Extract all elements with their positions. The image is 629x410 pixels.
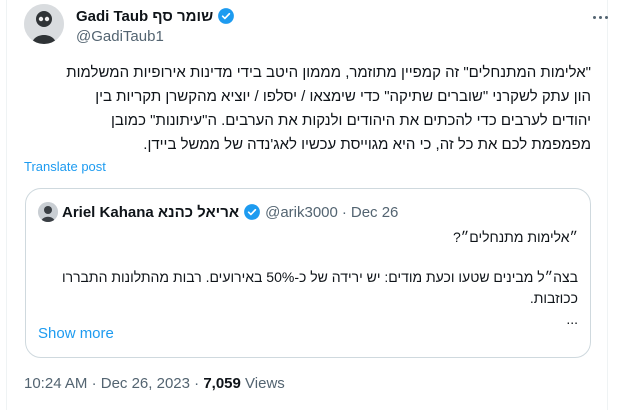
quoted-post-header: Ariel Kahana אריאל כהנא @arik3000 · Dec … <box>38 202 398 222</box>
author-handle[interactable]: @GadiTaub1 <box>76 28 164 45</box>
author-avatar-image <box>24 4 64 44</box>
show-more-link[interactable]: Show more <box>38 325 114 342</box>
more-dot <box>598 15 602 19</box>
quoted-post-date: Dec 26 <box>350 203 399 221</box>
quoted-text-line: ״אלימות מתנחלים״? <box>453 229 578 245</box>
quoted-author-avatar <box>38 202 58 222</box>
quoted-text-line: ככוזבות. <box>529 290 578 306</box>
meta-separator: · <box>194 375 200 392</box>
more-dot <box>604 15 608 19</box>
author-avatar[interactable] <box>24 4 64 44</box>
post-text-line: "אלימות המתנחלים" זה קמפיין מתוזמר, מממו… <box>66 64 591 81</box>
post-date[interactable]: Dec 26, 2023 <box>101 375 190 392</box>
more-dot <box>592 15 596 19</box>
author-name-row[interactable]: Gadi Taub שומר סף <box>76 7 235 25</box>
translate-post-link[interactable]: Translate post <box>24 159 106 174</box>
quoted-post[interactable]: Ariel Kahana אריאל כהנא @arik3000 · Dec … <box>25 188 591 358</box>
verified-badge-icon <box>244 204 260 220</box>
quoted-author-handle: @arik3000 <box>265 203 338 221</box>
author-name[interactable]: Gadi Taub שומר סף <box>76 8 213 25</box>
quoted-author-name: Ariel Kahana אריאל כהנא <box>62 203 240 221</box>
views-count[interactable]: 7,059 <box>203 375 241 392</box>
quoted-avatar-image <box>38 202 58 222</box>
quoted-text-line: ... <box>566 311 578 327</box>
post-time[interactable]: 10:24 AM <box>24 375 87 392</box>
quoted-text-spacer <box>38 248 578 267</box>
post-meta-row: 10:24 AM · Dec 26, 2023 · 7,059 Views <box>24 375 285 392</box>
meta-separator: · <box>91 375 97 392</box>
more-options-icon[interactable] <box>589 8 611 26</box>
quoted-meta-separator: · <box>341 203 347 221</box>
post-text-line: מפמפמת לכם את כל זה, כי היא מגוייסת עכשי… <box>143 136 591 153</box>
quoted-post-text: ״אלימות מתנחלים״? בצה״ל מבינים שטעו וכעת… <box>38 227 578 330</box>
post-text-line: יהודים לערבים כדי להכתים את היהודים ולנק… <box>111 112 591 129</box>
post-text: "אלימות המתנחלים" זה קמפיין מתוזמר, מממו… <box>24 61 591 157</box>
views-label: Views <box>245 375 285 392</box>
verified-badge-icon <box>218 8 235 24</box>
quoted-text-line: בצה״ל מבינים שטעו וכעת מודים: יש ירידה ש… <box>61 269 578 285</box>
post-text-line: הון עתק לשקרני "שוברים שתיקה" כדי שימצאו… <box>95 88 591 105</box>
